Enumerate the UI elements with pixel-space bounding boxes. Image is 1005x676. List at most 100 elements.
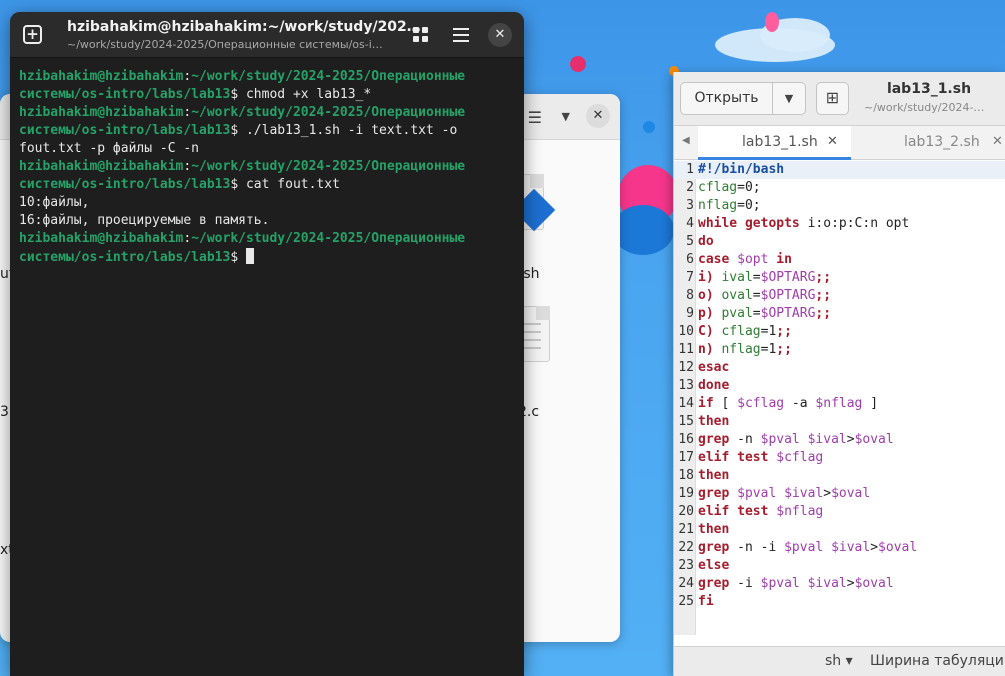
code-text: fi	[698, 594, 714, 609]
line-number: 8	[686, 288, 694, 303]
code-line: 14 if [ $cflag -a $nflag ]	[674, 395, 1005, 413]
code-line: 12 esac	[674, 359, 1005, 377]
code-text: grep $pval $ival>$oval	[698, 486, 871, 501]
close-tab-icon[interactable]: ✕	[827, 134, 838, 149]
list-view-icon[interactable]: ☰	[528, 108, 542, 127]
code-line: 3 nflag=0;	[674, 197, 1005, 215]
close-icon[interactable]: ✕	[488, 23, 512, 47]
close-tab-icon[interactable]: ✕	[992, 134, 1003, 149]
terminal-header: + hzibahakim@hzibahakim:~/work/study/202…	[10, 12, 524, 58]
new-document-icon[interactable]: ⊞	[816, 82, 849, 115]
language-selector[interactable]: sh ▾	[825, 653, 853, 669]
code-text: else	[698, 558, 730, 573]
code-line: 22 grep -n -i $pval $ival>$oval	[674, 539, 1005, 557]
code-line: 10 C) cflag=1;;	[674, 323, 1005, 341]
chevron-left-icon[interactable]: ◀	[682, 135, 690, 146]
line-number: 18	[678, 468, 694, 483]
balloon	[765, 12, 779, 32]
window-subtitle: ~/work/study/2024-2025/Операционные сист…	[67, 38, 383, 51]
code-text: do	[698, 234, 714, 249]
code-line: 23 else	[674, 557, 1005, 575]
terminal-output-line: 16:файлы, проецируемые в память.	[19, 213, 270, 228]
code-text: cflag=0;	[698, 180, 761, 195]
terminal-prompt-line: hzibahakim@hzibahakim:~/work/study/2024-…	[19, 105, 473, 156]
code-text: i) ival=$OPTARG;;	[698, 270, 832, 285]
code-line: 5 do	[674, 233, 1005, 251]
line-number: 2	[686, 180, 694, 195]
line-number: 14	[678, 396, 694, 411]
code-line: 13 done	[674, 377, 1005, 395]
line-number: 11	[678, 342, 694, 357]
code-text: elif test $nflag	[698, 504, 824, 519]
line-number: 17	[678, 450, 694, 465]
prompt-user: hzibahakim@hzibahakim	[19, 159, 184, 174]
code-text: while getopts i:o:p:C:n opt	[698, 216, 910, 231]
language-label: sh	[825, 653, 842, 669]
close-icon[interactable]: ✕	[586, 104, 610, 128]
line-number: 13	[678, 378, 694, 393]
line-number: 15	[678, 414, 694, 429]
menu-icon[interactable]	[453, 28, 469, 46]
code-text: grep -n $pval $ival>$oval	[698, 432, 894, 447]
code-line: 16 grep -n $pval $ival>$oval	[674, 431, 1005, 449]
code-line: 17 elif test $cflag	[674, 449, 1005, 467]
prompt-user: hzibahakim@hzibahakim	[19, 69, 184, 84]
tab-width-selector[interactable]: Ширина табуляции:	[870, 653, 1005, 669]
tab-overview-icon[interactable]	[413, 27, 429, 43]
new-tab-icon[interactable]: +	[23, 25, 42, 44]
code-text: C) cflag=1;;	[698, 324, 792, 339]
code-text: p) pval=$OPTARG;;	[698, 306, 832, 321]
line-number: 6	[686, 252, 694, 267]
code-line: 7 i) ival=$OPTARG;;	[674, 269, 1005, 287]
line-number: 9	[686, 306, 694, 321]
balloon	[612, 205, 674, 255]
terminal-prompt-line: hzibahakim@hzibahakim:~/work/study/2024-…	[19, 159, 473, 192]
code-line: 25 fi	[674, 593, 1005, 611]
line-number: 19	[678, 486, 694, 501]
line-number: 3	[686, 198, 694, 213]
editor-header: Открыть ▼ ⊞ lab13_1.sh ~/work/study/2024…	[674, 72, 1005, 126]
line-number: 24	[678, 576, 694, 591]
code-line: 9 p) pval=$OPTARG;;	[674, 305, 1005, 323]
code-line: 2 cflag=0;	[674, 179, 1005, 197]
tab-lab13-2[interactable]: lab13_2.sh	[904, 134, 980, 150]
code-text: #!/bin/bash	[698, 162, 785, 177]
prompt-user: hzibahakim@hzibahakim	[19, 231, 184, 246]
code-text: done	[698, 378, 730, 393]
chevron-down-icon[interactable]: ▼	[562, 110, 570, 123]
code-text: case $opt in	[698, 252, 792, 267]
code-line: 6 case $opt in	[674, 251, 1005, 269]
line-number: 23	[678, 558, 694, 573]
code-line: 11 n) nflag=1;;	[674, 341, 1005, 359]
line-number: 21	[678, 522, 694, 537]
code-text: o) oval=$OPTARG;;	[698, 288, 832, 303]
code-line: 15 then	[674, 413, 1005, 431]
chevron-down-icon[interactable]: ▼	[772, 82, 806, 115]
balloon	[570, 56, 586, 72]
tab-label: lab13_1.sh	[742, 134, 818, 150]
line-number: 1	[686, 162, 694, 177]
file-label: 3	[0, 404, 9, 420]
line-number: 5	[686, 234, 694, 249]
code-editor[interactable]: 1 #!/bin/bash 2 cflag=0; 3 nflag=0; 4 while get…	[674, 161, 1005, 635]
line-number: 25	[678, 594, 694, 609]
document-path: ~/work/study/2024-…	[864, 101, 985, 114]
code-line: 19 grep $pval $ival>$oval	[674, 485, 1005, 503]
line-number: 20	[678, 504, 694, 519]
prompt-user: hzibahakim@hzibahakim	[19, 105, 184, 120]
tab-lab13-1[interactable]: lab13_1.sh ✕	[698, 126, 851, 160]
balloon	[643, 121, 655, 133]
line-number: 4	[686, 216, 694, 231]
tab-bar: ◀ lab13_1.sh ✕ lab13_2.sh ✕	[674, 126, 1005, 160]
document-title: lab13_1.sh	[886, 81, 972, 97]
line-number: 10	[678, 324, 694, 339]
code-line: 21 then	[674, 521, 1005, 539]
code-text: n) nflag=1;;	[698, 342, 792, 357]
open-button[interactable]: Открыть	[680, 82, 772, 115]
code-line: 24 grep -i $pval $ival>$oval	[674, 575, 1005, 593]
terminal-output[interactable]: hzibahakim@hzibahakim:~/work/study/2024-…	[10, 58, 524, 277]
code-text: esac	[698, 360, 730, 375]
code-line: 1 #!/bin/bash	[674, 161, 1005, 179]
code-text: elif test $cflag	[698, 450, 824, 465]
text-editor-window: Открыть ▼ ⊞ lab13_1.sh ~/work/study/2024…	[673, 72, 1005, 676]
